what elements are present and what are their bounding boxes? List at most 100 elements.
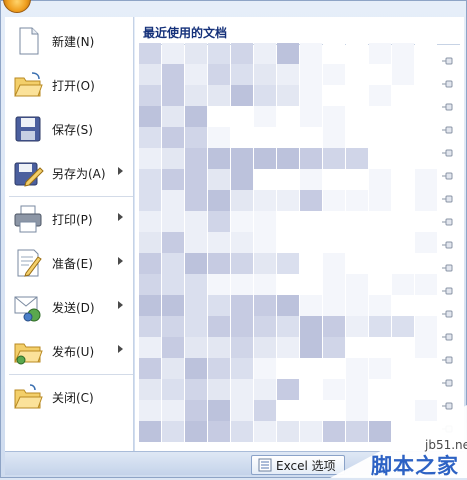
recent-document-mosaic-cell — [208, 400, 230, 421]
recent-document-mosaic-cell — [185, 379, 207, 400]
recent-document-mosaic-cell — [323, 127, 345, 148]
recent-document-mosaic-cell — [277, 64, 299, 85]
recent-document-mosaic-cell — [231, 169, 253, 190]
recent-document-mosaic-cell — [415, 64, 437, 85]
recent-document-mosaic-cell — [346, 232, 368, 253]
recent-document-mosaic-cell — [300, 379, 322, 400]
pin-icon[interactable] — [441, 333, 455, 341]
recent-document-mosaic-cell — [208, 379, 230, 400]
recent-document-mosaic-cell — [323, 232, 345, 253]
menu-item-print[interactable]: 打印(P) — [5, 199, 134, 239]
pin-icon[interactable] — [441, 379, 455, 387]
recent-document-mosaic-cell — [277, 421, 299, 442]
office-button-orb[interactable] — [3, 0, 31, 13]
recent-document-mosaic-cell — [139, 337, 161, 358]
recent-document-mosaic-cell — [139, 295, 161, 316]
pin-icon[interactable] — [441, 195, 455, 203]
recent-document-mosaic-cell — [415, 169, 437, 190]
submenu-arrow-icon — [118, 213, 123, 221]
recent-document-mosaic-cell — [369, 127, 391, 148]
recent-document-mosaic-cell — [392, 190, 414, 211]
recent-document-mosaic-cell — [139, 85, 161, 106]
recent-document-mosaic-cell — [139, 253, 161, 274]
pin-icon[interactable] — [441, 241, 455, 249]
recent-document-mosaic-cell — [208, 148, 230, 169]
menu-item-send[interactable]: 发送(D) — [5, 287, 134, 327]
recent-document-mosaic-cell — [323, 379, 345, 400]
recent-document-mosaic-cell — [300, 253, 322, 274]
recent-document-mosaic-cell — [369, 148, 391, 169]
recent-document-mosaic-cell — [392, 106, 414, 127]
save-as-icon — [12, 157, 44, 189]
menu-item-prepare[interactable]: 准备(E) — [5, 243, 134, 283]
recent-document-mosaic-cell — [369, 190, 391, 211]
recent-document-mosaic-cell — [346, 253, 368, 274]
recent-document-mosaic-cell — [346, 358, 368, 379]
recent-document-mosaic-cell — [415, 106, 437, 127]
recent-document-mosaic-cell — [185, 169, 207, 190]
recent-document-mosaic-cell — [162, 85, 184, 106]
recent-document-mosaic-cell — [162, 190, 184, 211]
recent-document-mosaic-cell — [254, 127, 276, 148]
recent-document-mosaic-cell — [369, 232, 391, 253]
pin-icon[interactable] — [441, 402, 455, 410]
recent-document-mosaic-cell — [346, 211, 368, 232]
menu-item-save[interactable]: 保存(S) — [5, 109, 134, 149]
recent-document-mosaic-cell — [346, 85, 368, 106]
pin-icon[interactable] — [441, 172, 455, 180]
recent-document-mosaic-cell — [231, 337, 253, 358]
recent-document-mosaic-cell — [392, 358, 414, 379]
menu-item-close[interactable]: 关闭(C) — [5, 377, 134, 417]
recent-document-mosaic-cell — [231, 379, 253, 400]
recent-document-mosaic-cell — [185, 253, 207, 274]
submenu-arrow-icon — [118, 257, 123, 265]
recent-documents-title: 最近使用的文档 — [143, 26, 228, 40]
pin-icon[interactable] — [441, 126, 455, 134]
recent-document-mosaic-cell — [346, 421, 368, 442]
recent-document-mosaic-cell — [208, 169, 230, 190]
recent-document-mosaic-cell — [392, 379, 414, 400]
recent-document-mosaic-cell — [369, 400, 391, 421]
pin-icon[interactable] — [441, 103, 455, 111]
recent-document-mosaic-cell — [392, 253, 414, 274]
recent-document-mosaic-cell — [208, 295, 230, 316]
pin-icon[interactable] — [441, 149, 455, 157]
recent-document-mosaic-cell — [346, 337, 368, 358]
recent-document-mosaic-cell — [323, 316, 345, 337]
recent-document-mosaic-cell — [415, 337, 437, 358]
recent-document-mosaic-cell — [139, 190, 161, 211]
recent-document-mosaic-cell — [323, 274, 345, 295]
recent-document-mosaic-cell — [346, 64, 368, 85]
pin-icon[interactable] — [441, 218, 455, 226]
recent-document-mosaic-cell — [346, 148, 368, 169]
recent-document-mosaic-cell — [369, 295, 391, 316]
recent-document-mosaic-cell — [162, 358, 184, 379]
recent-document-mosaic-cell — [392, 148, 414, 169]
menu-item-save-as[interactable]: 另存为(A) — [5, 153, 134, 193]
recent-document-mosaic-cell — [208, 274, 230, 295]
menu-item-open[interactable]: 打开(O) — [5, 65, 134, 105]
recent-document-mosaic-cell — [139, 211, 161, 232]
menu-item-new[interactable]: 新建(N) — [5, 21, 134, 61]
recent-document-mosaic-cell — [369, 358, 391, 379]
recent-document-mosaic-cell — [185, 295, 207, 316]
recent-document-mosaic-cell — [300, 274, 322, 295]
recent-document-mosaic-cell — [277, 337, 299, 358]
pin-icon[interactable] — [441, 264, 455, 272]
recent-document-mosaic-cell — [185, 43, 207, 64]
recent-document-mosaic-cell — [369, 169, 391, 190]
pin-icon[interactable] — [441, 57, 455, 65]
recent-document-mosaic-cell — [185, 211, 207, 232]
pin-icon[interactable] — [441, 80, 455, 88]
pin-icon[interactable] — [441, 287, 455, 295]
recent-document-mosaic-cell — [323, 211, 345, 232]
publish-folder-icon — [12, 335, 44, 367]
recent-document-mosaic-cell — [300, 169, 322, 190]
recent-document-mosaic-cell — [323, 253, 345, 274]
excel-options-button[interactable]: Excel 选项 — [251, 455, 345, 475]
menu-item-publish[interactable]: 发布(U) — [5, 331, 134, 371]
pin-icon[interactable] — [441, 310, 455, 318]
pin-icon[interactable] — [441, 356, 455, 364]
recent-document-mosaic-cell — [231, 421, 253, 442]
recent-document-mosaic-cell — [392, 211, 414, 232]
